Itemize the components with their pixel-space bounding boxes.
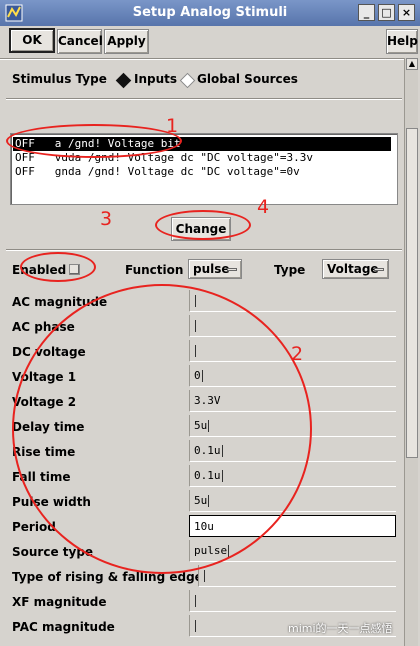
- scroll-up-icon[interactable]: ▲: [406, 58, 418, 70]
- annotation-ellipse: [6, 124, 182, 158]
- annotation-ellipse: [20, 252, 96, 282]
- menu-indicator-icon: [374, 268, 384, 271]
- inputs-radio[interactable]: [115, 72, 132, 89]
- param-label: XF magnitude: [12, 595, 107, 609]
- function-select[interactable]: pulse: [188, 259, 242, 279]
- annotation-ellipse: [155, 210, 251, 240]
- help-button[interactable]: Help: [386, 29, 418, 54]
- annotation-number: 2: [291, 343, 304, 365]
- type-label: Type: [274, 263, 306, 277]
- list-separator: [6, 249, 402, 251]
- param-input[interactable]: [198, 565, 396, 587]
- watermark: mimi的一天一点感悟: [288, 622, 393, 635]
- annotation-number: 4: [257, 196, 270, 218]
- type-select-value: Voltage: [327, 262, 379, 276]
- param-input[interactable]: [189, 590, 396, 612]
- minimize-button[interactable]: _: [358, 4, 375, 21]
- toolbar-separator: [0, 58, 404, 60]
- apply-button[interactable]: Apply: [104, 29, 149, 54]
- annotation-ellipse: [12, 284, 312, 574]
- stimulus-separator: [6, 98, 402, 100]
- param-label: PAC magnitude: [12, 620, 115, 634]
- annotation-number: 3: [100, 208, 113, 230]
- title-bar: Setup Analog Stimuli _ □ ×: [0, 0, 420, 26]
- window-title: Setup Analog Stimuli: [132, 5, 288, 20]
- global-sources-radio[interactable]: [179, 72, 196, 89]
- function-label: Function: [125, 263, 184, 277]
- ok-button[interactable]: OK: [9, 28, 55, 53]
- annotation-number: 1: [166, 115, 179, 137]
- list-item[interactable]: OFF gnda /gnd! Voltage dc "DC voltage"=0…: [13, 165, 300, 179]
- menu-indicator-icon: [227, 268, 237, 271]
- type-select[interactable]: Voltage: [322, 259, 389, 279]
- global-sources-radio-label[interactable]: Global Sources: [197, 72, 298, 86]
- scroll-thumb[interactable]: [406, 128, 418, 458]
- inputs-radio-label[interactable]: Inputs: [134, 72, 177, 86]
- close-button[interactable]: ×: [398, 4, 415, 21]
- cancel-button[interactable]: Cancel: [57, 29, 103, 54]
- stimulus-type-label: Stimulus Type: [12, 72, 107, 86]
- maximize-button[interactable]: □: [378, 4, 395, 21]
- function-select-value: pulse: [193, 262, 230, 276]
- vertical-scrollbar[interactable]: ▲: [404, 58, 418, 646]
